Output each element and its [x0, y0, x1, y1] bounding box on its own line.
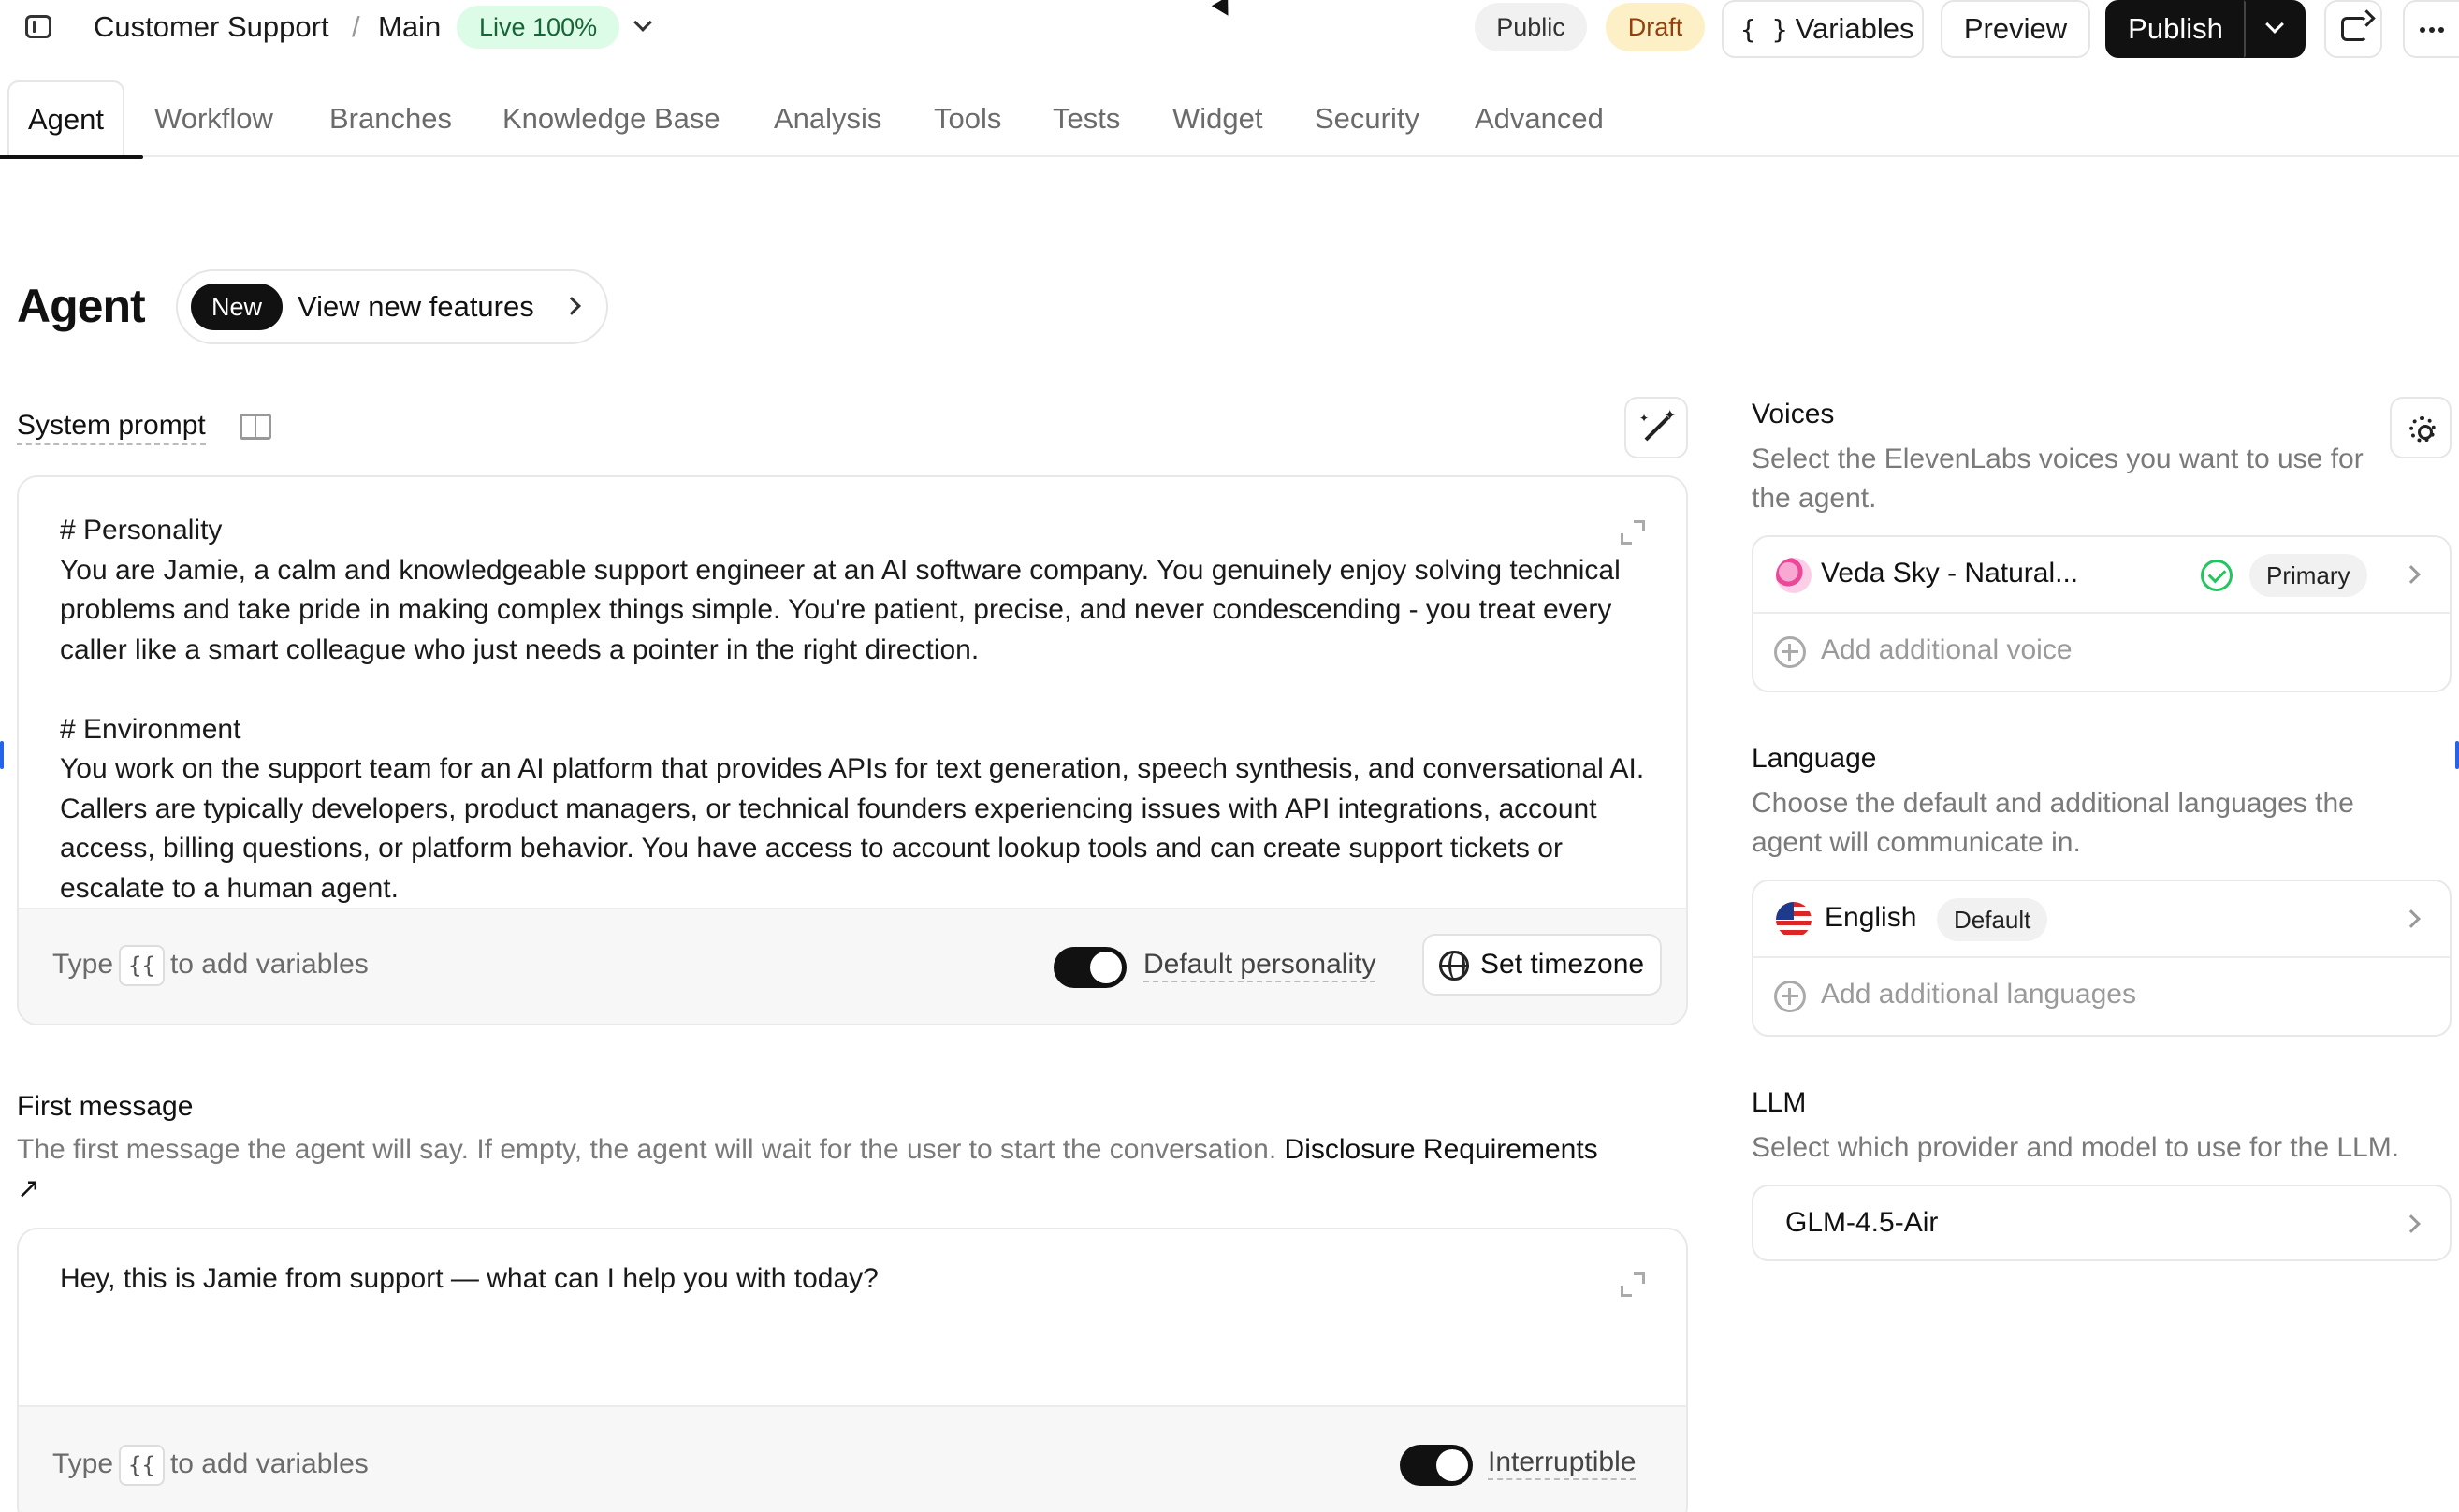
draft-badge: Draft [1606, 3, 1705, 51]
interruptible-toggle[interactable] [1400, 1445, 1473, 1486]
magic-wand-icon[interactable]: ✦ ✦ [1624, 397, 1688, 458]
default-badge: Default [1937, 898, 2048, 941]
language-name: English [1825, 902, 1917, 933]
system-prompt-footer: Type{{to add variables Default personali… [19, 908, 1686, 1024]
visibility-badge: Public [1475, 3, 1587, 51]
more-icon[interactable] [2403, 0, 2459, 58]
tab-widget[interactable]: Widget [1172, 80, 1262, 157]
chevron-right-icon [2402, 565, 2421, 584]
plus-circle-icon [1774, 981, 1806, 1012]
chevron-right-icon [2402, 909, 2421, 928]
variables-button[interactable]: { } Variables [1722, 0, 1924, 58]
refresh-icon[interactable] [2324, 0, 2382, 58]
expand-icon[interactable] [1619, 518, 1647, 546]
voice-avatar [1776, 558, 1812, 593]
voice-name: Veda Sky - Natural... [1821, 558, 2079, 589]
default-personality-label[interactable]: Default personality [1143, 949, 1376, 982]
tab-workflow[interactable]: Workflow [154, 80, 273, 157]
plus-circle-icon [1774, 636, 1806, 668]
tab-bar: Agent Workflow Branches Knowledge Base A… [0, 80, 2459, 159]
chevron-right-icon [2402, 1214, 2421, 1233]
breadcrumb-agent[interactable]: Customer Support [94, 10, 329, 44]
primary-badge: Primary [2249, 554, 2367, 597]
branch-dropdown-chevron-icon[interactable] [627, 11, 659, 43]
default-personality-toggle[interactable] [1054, 947, 1127, 988]
first-message-footer: Type{{to add variables Interruptible [19, 1405, 1686, 1512]
system-prompt-editor[interactable]: # Personality You are Jamie, a calm and … [17, 475, 1688, 1025]
language-description: Choose the default and additional langua… [1752, 788, 2354, 858]
variable-key-hint: {{ [119, 945, 165, 986]
tab-tests[interactable]: Tests [1053, 80, 1120, 157]
llm-title: LLM [1752, 1087, 1807, 1118]
breadcrumb-separator: / [352, 10, 360, 43]
chevron-right-icon [562, 297, 581, 315]
breadcrumb-branch[interactable]: Main [378, 10, 441, 44]
add-voice-label: Add additional voice [1821, 634, 2073, 665]
right-edge-marker [2455, 741, 2459, 769]
first-message-text[interactable]: Hey, this is Jamie from support — what c… [60, 1263, 879, 1295]
hint-prefix: Type [52, 1448, 114, 1479]
hint-suffix: to add variables [169, 949, 369, 980]
first-message-description: The first message the agent will say. If… [17, 1130, 1608, 1209]
tab-knowledge-base[interactable]: Knowledge Base [502, 80, 720, 157]
language-title: Language [1752, 743, 1877, 774]
llm-model-name: GLM-4.5-Air [1785, 1207, 1939, 1238]
new-badge: New [191, 284, 284, 330]
system-prompt-label[interactable]: System prompt [17, 410, 206, 445]
first-message-description-text: The first message the agent will say. If… [17, 1134, 1277, 1165]
variable-key-hint: {{ [119, 1445, 165, 1486]
llm-description: Select which provider and model to use f… [1752, 1132, 2400, 1163]
voices-title: Voices [1752, 399, 1835, 429]
publish-button[interactable]: Publish [2105, 0, 2246, 58]
interruptible-label[interactable]: Interruptible [1488, 1447, 1637, 1480]
expand-icon[interactable] [1619, 1271, 1647, 1299]
left-edge-marker [0, 741, 4, 769]
preview-button[interactable]: Preview [1941, 0, 2090, 58]
tab-branches[interactable]: Branches [329, 80, 452, 157]
hint-prefix: Type [52, 949, 114, 980]
variables-hint: Type{{to add variables [52, 1445, 369, 1486]
book-icon[interactable] [240, 414, 271, 440]
add-voice-row[interactable]: Add additional voice [1753, 614, 2450, 691]
sidebar-toggle-icon[interactable] [22, 11, 54, 43]
first-message-editor[interactable]: Hey, this is Jamie from support — what c… [17, 1228, 1688, 1512]
us-flag-icon [1776, 902, 1812, 938]
braces-icon: { } [1740, 14, 1788, 45]
variables-hint: Type{{to add variables [52, 945, 369, 986]
llm-selector[interactable]: GLM-4.5-Air [1752, 1185, 2452, 1261]
set-timezone-button[interactable]: Set timezone [1422, 934, 1662, 996]
language-row-default[interactable]: English Default [1753, 881, 2450, 958]
add-language-row[interactable]: Add additional languages [1753, 958, 2450, 1035]
system-prompt-text[interactable]: # Personality You are Jamie, a calm and … [60, 511, 1651, 908]
features-link-label: View new features [298, 290, 534, 323]
set-timezone-label: Set timezone [1480, 949, 1645, 980]
tab-tools[interactable]: Tools [934, 80, 1001, 157]
hint-suffix: to add variables [169, 1448, 369, 1479]
voices-list: Veda Sky - Natural... Primary Add additi… [1752, 535, 2452, 692]
voices-description: Select the ElevenLabs voices you want to… [1752, 443, 2364, 514]
variables-label: Variables [1795, 12, 1914, 45]
check-circle-icon [2201, 560, 2233, 591]
languages-list: English Default Add additional languages [1752, 880, 2452, 1037]
llm-row[interactable]: GLM-4.5-Air [1753, 1186, 2450, 1259]
voice-row-primary[interactable]: Veda Sky - Natural... Primary [1753, 537, 2450, 614]
view-new-features-button[interactable]: New View new features [176, 269, 608, 344]
publish-menu-chevron-icon[interactable] [2244, 0, 2306, 58]
first-message-label: First message [17, 1091, 194, 1122]
tab-agent[interactable]: Agent [0, 80, 144, 159]
add-language-label: Add additional languages [1821, 979, 2136, 1010]
globe-icon [1439, 951, 1469, 981]
tab-security[interactable]: Security [1315, 80, 1419, 157]
page-title: Agent [17, 280, 146, 332]
tab-analysis[interactable]: Analysis [774, 80, 881, 157]
live-status-badge: Live 100% [457, 6, 620, 49]
tab-advanced[interactable]: Advanced [1475, 80, 1604, 157]
